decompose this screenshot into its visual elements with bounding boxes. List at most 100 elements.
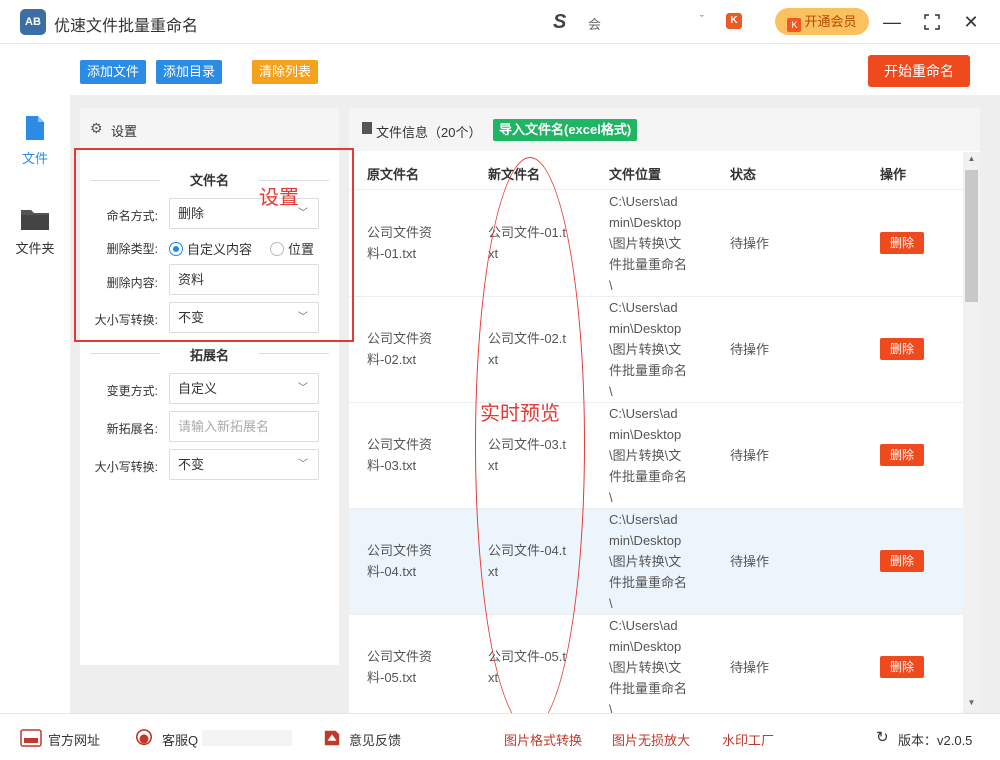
settings-panel: ⚙ 设置 文件名 命名方式: 删除 ﹀ 删除类型: 自定义内容 位置 删除内容: … — [80, 108, 339, 665]
new-name-line: xt — [488, 458, 499, 473]
vip-button[interactable]: K 开通会员 — [775, 8, 869, 35]
image-format-convert-link[interactable]: 图片格式转换 — [504, 730, 582, 749]
location-line: min\Desktop — [609, 639, 682, 654]
original-name-line: 料-04.txt — [367, 564, 417, 579]
maximize-button[interactable] — [920, 10, 944, 34]
table-row[interactable]: 公司文件资 料-01.txt 公司文件-01.t xt C:\Users\ad min\D… — [349, 191, 963, 297]
new-name-line: 公司文件-02.t — [488, 331, 567, 346]
add-directory-button[interactable]: 添加目录 — [156, 60, 223, 84]
table-row[interactable]: 公司文件资 料-03.txt 公司文件-03.t xt C:\Users\ad min\D… — [349, 403, 963, 509]
add-file-button[interactable]: 添加文件 — [80, 60, 147, 84]
redacted-field — [202, 730, 292, 746]
original-name-line: 公司文件资 — [367, 649, 433, 664]
radio-position[interactable]: 位置 — [270, 239, 314, 258]
column-status: 状态 — [730, 167, 757, 182]
status-cell: 待操作 — [730, 554, 770, 569]
image-upscale-link[interactable]: 图片无损放大 — [612, 730, 690, 749]
nav-item-folder[interactable]: 文件夹 — [0, 207, 70, 257]
file-info-title: 文件信息（20个） — [376, 125, 482, 140]
new-name-cell: 公司文件-03.t xt — [488, 434, 566, 476]
new-name-cell: 公司文件-05.t xt — [488, 646, 566, 688]
start-rename-button[interactable]: 开始重命名 — [868, 55, 970, 87]
footer: 官方网址 客服Q 意见反馈 图片格式转换 图片无损放大 水印工厂 ↻ 版本：v2… — [0, 713, 1000, 760]
annotation-settings: 设置 — [259, 187, 299, 209]
feedback-icon[interactable] — [322, 729, 342, 747]
left-nav: 文件 文件夹 — [0, 45, 70, 713]
location-line: 件批量重命名 — [609, 363, 688, 378]
location-line: \图片转换\文 — [609, 554, 682, 569]
status-cell: 待操作 — [730, 448, 770, 463]
location-line: C:\Users\ad — [609, 194, 678, 209]
change-method-label: 变更方式: — [106, 384, 158, 398]
case-select[interactable]: 不变 ﹀ — [169, 302, 319, 333]
table-header: 原文件名 新文件名 文件位置 状态 操作 — [349, 152, 963, 190]
ext-case-select[interactable]: 不变 ﹀ — [169, 449, 319, 480]
document-icon — [362, 122, 372, 134]
location-line: C:\Users\ad — [609, 300, 678, 315]
original-name-line: 料-03.txt — [367, 458, 417, 473]
nav-item-file[interactable]: 文件 — [0, 115, 70, 167]
app-logo: AB — [20, 9, 46, 35]
customer-service-link[interactable]: 客服Q — [162, 730, 198, 749]
location-line: \ — [609, 278, 613, 293]
status-cell: 待操作 — [730, 660, 770, 675]
user-logo-icon: S — [553, 11, 567, 33]
location-line: min\Desktop — [609, 427, 682, 442]
radio-dot — [169, 242, 183, 256]
delete-content-label: 删除内容: — [106, 276, 158, 290]
case-value: 不变 — [178, 310, 205, 325]
table-row[interactable]: 公司文件资 料-04.txt 公司文件-04.t xt C:\Users\ad min\D… — [349, 509, 963, 615]
minimize-button[interactable]: — — [880, 10, 904, 34]
new-name-cell: 公司文件-02.t xt — [488, 328, 566, 370]
divider — [259, 353, 329, 354]
location-line: \图片转换\文 — [609, 448, 682, 463]
settings-header: ⚙ 设置 — [80, 108, 339, 148]
ext-case-value: 不变 — [178, 457, 205, 472]
vip-badge-icon: K — [726, 13, 742, 29]
scroll-down-icon[interactable]: ▼ — [963, 696, 980, 710]
location-line: 件批量重命名 — [609, 681, 688, 696]
file-icon — [26, 116, 44, 140]
close-button[interactable]: ✕ — [959, 10, 983, 34]
refresh-icon[interactable]: ↻ — [876, 728, 889, 746]
location-line: min\Desktop — [609, 215, 682, 230]
chevron-down-icon: ﹀ — [298, 208, 308, 219]
radio-label: 自定义内容 — [187, 242, 253, 257]
original-name-cell: 公司文件资 料-01.txt — [367, 222, 432, 264]
official-website-link[interactable]: 官方网址 — [48, 730, 100, 749]
delete-content-input[interactable]: 资料 — [169, 264, 319, 295]
clear-list-button[interactable]: 清除列表 — [252, 60, 319, 84]
scroll-up-icon[interactable]: ▲ — [963, 152, 980, 166]
radio-dot — [270, 242, 284, 256]
delete-row-button[interactable]: 删除 — [880, 338, 924, 360]
location-line: \ — [609, 490, 613, 505]
change-method-select[interactable]: 自定义 ﹀ — [169, 373, 319, 404]
delete-row-button[interactable]: 删除 — [880, 656, 924, 678]
website-icon[interactable] — [20, 729, 42, 747]
delete-row-button[interactable]: 删除 — [880, 550, 924, 572]
new-name-line: 公司文件-01.t — [488, 225, 567, 240]
scrollbar[interactable]: ▲ ▼ — [963, 152, 980, 710]
support-icon[interactable] — [133, 729, 155, 747]
title-bar: AB 优速文件批量重命名 S 会 ˇ K K 开通会员 — ✕ — [0, 0, 1000, 44]
radio-custom-content[interactable]: 自定义内容 — [169, 239, 252, 258]
location-line: C:\Users\ad — [609, 406, 678, 421]
new-extension-input[interactable]: 请输入新拓展名 — [169, 411, 319, 442]
delete-row-button[interactable]: 删除 — [880, 444, 924, 466]
new-name-line: xt — [488, 564, 499, 579]
user-name[interactable]: 会 — [588, 14, 601, 33]
location-line: \图片转换\文 — [609, 236, 682, 251]
original-name-cell: 公司文件资 料-05.txt — [367, 646, 432, 688]
table-row[interactable]: 公司文件资 料-05.txt 公司文件-05.t xt C:\Users\ad min\D… — [349, 615, 963, 721]
vip-label: 开通会员 — [804, 14, 857, 29]
feedback-link[interactable]: 意见反馈 — [349, 730, 401, 749]
maximize-icon — [924, 14, 940, 30]
import-excel-button[interactable]: 导入文件名(excel格式) — [493, 119, 638, 141]
table-row[interactable]: 公司文件资 料-02.txt 公司文件-02.t xt C:\Users\ad min\D… — [349, 297, 963, 403]
chevron-down-icon[interactable]: ˇ — [700, 14, 704, 26]
scroll-thumb[interactable] — [965, 170, 978, 302]
location-line: \图片转换\文 — [609, 342, 682, 357]
delete-row-button[interactable]: 删除 — [880, 232, 924, 254]
watermark-factory-link[interactable]: 水印工厂 — [722, 730, 774, 749]
location-cell: C:\Users\ad min\Desktop \图片转换\文 件批量重命名 \ — [609, 403, 687, 508]
